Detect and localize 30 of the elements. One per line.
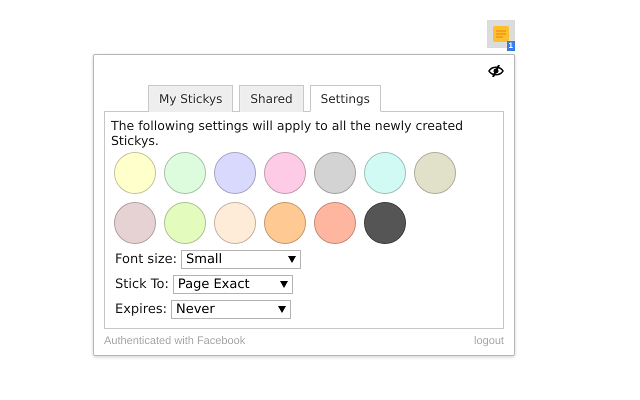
color-swatch[interactable] xyxy=(114,202,156,244)
color-swatch[interactable] xyxy=(264,202,306,244)
field-label: Stick To: xyxy=(115,277,169,292)
sticky-note-icon xyxy=(493,26,509,42)
color-swatch[interactable] xyxy=(214,152,256,194)
auth-status-text: Authenticated with Facebook xyxy=(104,335,246,347)
tab[interactable]: My Stickys xyxy=(148,85,234,112)
field-label: Font size: xyxy=(115,252,178,267)
color-swatch[interactable] xyxy=(314,152,356,194)
intro-text: The following settings will apply to all the newly created Stickys. xyxy=(111,118,464,148)
field-label: Expires: xyxy=(115,302,167,317)
dropdown[interactable]: Page Exact xyxy=(172,275,293,294)
color-swatch[interactable] xyxy=(364,202,406,244)
tab[interactable]: Settings xyxy=(310,85,381,112)
tab[interactable]: Shared xyxy=(239,85,304,112)
dropdown[interactable]: Never xyxy=(170,300,291,319)
eye-slash-icon[interactable] xyxy=(488,65,504,77)
dropdown[interactable]: Small xyxy=(181,250,302,269)
count-badge: 1 xyxy=(506,41,515,51)
color-swatch[interactable] xyxy=(364,152,406,194)
color-swatch[interactable] xyxy=(314,202,356,244)
color-swatch[interactable] xyxy=(264,152,306,194)
dropdown-arrow-icon xyxy=(288,256,296,263)
color-swatch[interactable] xyxy=(414,152,456,194)
sticky-note-extension-button[interactable]: 1 xyxy=(487,20,515,48)
color-swatch[interactable] xyxy=(164,202,206,244)
color-swatch[interactable] xyxy=(214,202,256,244)
dropdown-arrow-icon xyxy=(280,281,288,288)
color-swatch[interactable] xyxy=(164,152,206,194)
dropdown-arrow-icon xyxy=(278,306,286,313)
